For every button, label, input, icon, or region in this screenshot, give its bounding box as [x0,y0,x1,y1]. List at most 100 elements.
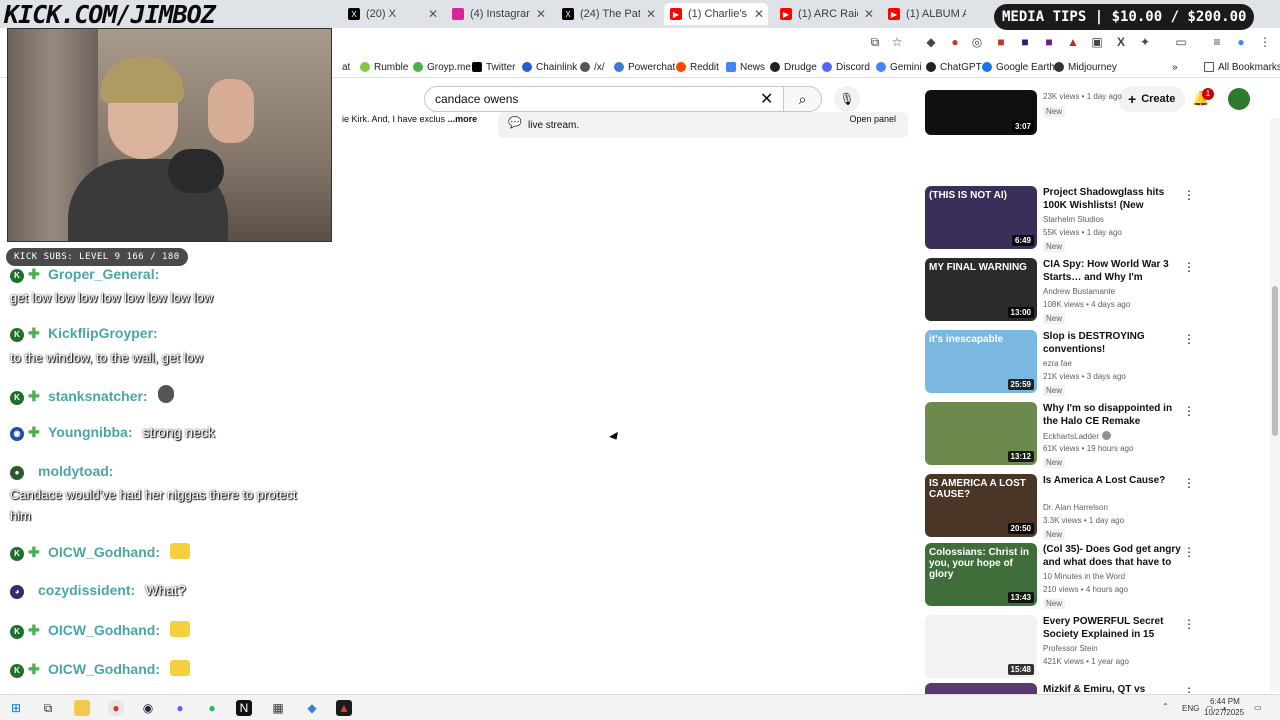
bookmark-discord[interactable]: Discord [822,60,870,74]
close-tab-icon[interactable]: ✕ [428,7,438,21]
steam-icon[interactable]: ◉ [140,700,156,716]
more-actions-icon[interactable]: ⋮ [1183,476,1195,490]
video-thumbnail[interactable]: Colossians: Christ in you, your hope of … [925,543,1037,606]
more-actions-icon[interactable]: ⋮ [1183,617,1195,631]
tab-album[interactable]: ▶ (1) ALBUM ANN [882,3,986,25]
reading-list-icon[interactable]: ≡ [1210,35,1224,49]
obs-icon[interactable]: ▲ [336,700,352,716]
more-actions-icon[interactable]: ⋮ [1183,545,1195,559]
recommendation-item[interactable]: Colossians: Christ in you, your hope of … [925,543,1225,609]
recommendation-item[interactable]: 13:12 Why I'm so disappointed in the Halo… [925,402,1225,468]
discord-icon[interactable]: ● [172,700,188,716]
video-title[interactable]: Project Shadowglass hits 100K Wishlists!… [1043,186,1183,212]
app-icon[interactable]: ▦ [270,700,286,716]
channel-name[interactable]: EckhartsLadder [1043,431,1112,441]
start-icon[interactable]: ⊞ [8,700,24,716]
tab-instagram[interactable]: (4) Instagram ✕ [446,3,550,25]
clear-search-icon[interactable]: ✕ [760,89,773,109]
video-title[interactable]: (Col 35)- Does God get angry and what do… [1043,543,1183,569]
close-tab-icon[interactable]: ✕ [754,7,764,21]
extensions-puzzle-icon[interactable]: ✦ [1138,35,1152,49]
bookmark-x-board[interactable]: /x/ [580,60,605,74]
chat-username[interactable]: OICW_Godhand: [48,622,160,638]
notification-center-icon[interactable]: ▭ [1254,703,1262,712]
spotify-icon[interactable]: ● [204,700,220,716]
chat-username[interactable]: stanksnatcher: [48,388,148,404]
bookmark-google-earth[interactable]: Google Earth [982,60,1055,74]
tab-patriot[interactable]: X (24) The Patriot O ✕ [556,3,660,25]
chrome-icon[interactable]: ● [108,700,124,716]
app-icon[interactable]: ◆ [304,700,320,716]
more-actions-icon[interactable]: ⋮ [1183,260,1195,274]
video-title[interactable]: Why I'm so disappointed in the Halo CE R… [1043,402,1183,428]
bookmark-item[interactable]: at [342,60,350,74]
video-thumbnail[interactable]: MY FINAL WARNING 13:00 [925,258,1037,321]
bookmark-star-icon[interactable]: ☆ [890,35,904,49]
video-thumbnail[interactable]: 13:12 [925,402,1037,465]
chat-username[interactable]: OICW_Godhand: [48,544,160,560]
bookmark-midjourney[interactable]: Midjourney [1054,60,1117,74]
extension-icon[interactable]: ◆ [924,35,938,49]
channel-name[interactable]: Dr. Alan Harrelson [1043,503,1108,512]
recommendation-item[interactable]: MY FINAL WARNING 13:00 CIA Spy: How World … [925,258,1225,324]
video-title[interactable]: CIA Spy: How World War 3 Starts… and Why… [1043,258,1183,284]
channel-name[interactable]: 10 Minutes in the Word [1043,572,1125,581]
voice-search-button[interactable]: 🎙 [834,86,860,112]
tab-x[interactable]: X (20) X ✕ [342,3,442,25]
bookmark-news[interactable]: News [726,60,765,74]
chat-username[interactable]: Groper_General: [48,266,159,282]
video-title[interactable]: Is America A Lost Cause? [1043,474,1183,487]
language-indicator[interactable]: ENG [1182,704,1199,713]
extension-icon[interactable]: ● [948,35,962,49]
bookmark-chatgpt[interactable]: ChatGPT [926,60,982,74]
all-bookmarks[interactable]: All Bookmarks [1204,60,1280,74]
video-thumbnail[interactable]: 3:07 [925,90,1037,135]
search-button[interactable]: ⌕ [784,86,822,112]
file-explorer-icon[interactable] [74,700,90,716]
extension-icon[interactable]: ■ [994,35,1008,49]
screenshot-icon[interactable]: ⧉ [868,35,882,49]
task-view-icon[interactable]: ⧉ [40,700,56,716]
tab-arc-raiders[interactable]: ▶ (1) ARC Raiders ✕ [774,3,878,25]
extension-icon[interactable]: ▲ [1066,35,1080,49]
channel-name[interactable]: ezra fae [1043,359,1072,368]
more-actions-icon[interactable]: ⋮ [1183,188,1195,202]
close-tab-icon[interactable]: ✕ [646,7,656,21]
more-actions-icon[interactable]: ⋮ [1183,404,1195,418]
bookmark-drudge[interactable]: Drudge [770,60,817,74]
search-input[interactable]: candace owens [424,86,784,112]
video-title[interactable]: Slop is DESTROYING conventions! [1043,330,1183,356]
recommendation-item[interactable]: (THIS IS NOT AI) 6:49 Project Shadowglass … [925,186,1225,252]
chat-username[interactable]: OICW_Godhand: [48,661,160,677]
avatar[interactable] [1228,88,1250,110]
video-thumbnail[interactable]: (THIS IS NOT AI) 6:49 [925,186,1037,249]
side-panel-icon[interactable]: ▭ [1174,35,1188,49]
extension-icon[interactable]: ■ [1042,35,1056,49]
extension-icon[interactable]: ■ [1018,35,1032,49]
bookmark-rumble[interactable]: Rumble [360,60,408,74]
recommendation-item[interactable]: IS AMERICA A LOST CAUSE? 20:50 Is America … [925,474,1225,540]
bookmark-groyp[interactable]: Groyp.me [413,60,471,74]
scrollbar-thumb[interactable] [1272,286,1278,436]
chat-username[interactable]: KickflipGroyper: [48,325,158,341]
app-icon[interactable]: N [236,700,252,716]
recommendation-item[interactable]: it's inescapable 25:59 Slop is DESTROYING … [925,330,1225,396]
extension-icon[interactable]: ◎ [970,35,984,49]
video-thumbnail[interactable]: IS AMERICA A LOST CAUSE? 20:50 [925,474,1037,537]
menu-kebab-icon[interactable]: ⋮ [1258,35,1272,49]
chat-username[interactable]: Youngnibba: [48,424,133,440]
extension-icon[interactable]: ▣ [1090,35,1104,49]
video-title[interactable]: Every POWERFUL Secret Society Explained … [1043,615,1183,641]
recommendation-item[interactable]: 3:07 23K views • 1 day ago New [925,90,1225,156]
chat-username[interactable]: moldytoad: [38,463,113,479]
recommendation-item[interactable]: 15:48 Every POWERFUL Secret Society Expla… [925,615,1225,681]
clock-date[interactable]: 10/27/2025 [1204,708,1244,717]
chat-username[interactable]: cozydissident: [38,582,135,598]
show-more-link[interactable]: ...more [448,114,478,124]
tab-charlies[interactable]: ▶ (1) Charlie's A ✕ [664,3,768,25]
open-panel-button[interactable]: Open panel [849,114,896,124]
bookmark-gemini[interactable]: Gemini [876,60,922,74]
close-tab-icon[interactable]: ✕ [536,7,546,21]
tray-chevron-icon[interactable]: ⌃ [1162,702,1169,711]
close-tab-icon[interactable]: ✕ [864,7,874,21]
